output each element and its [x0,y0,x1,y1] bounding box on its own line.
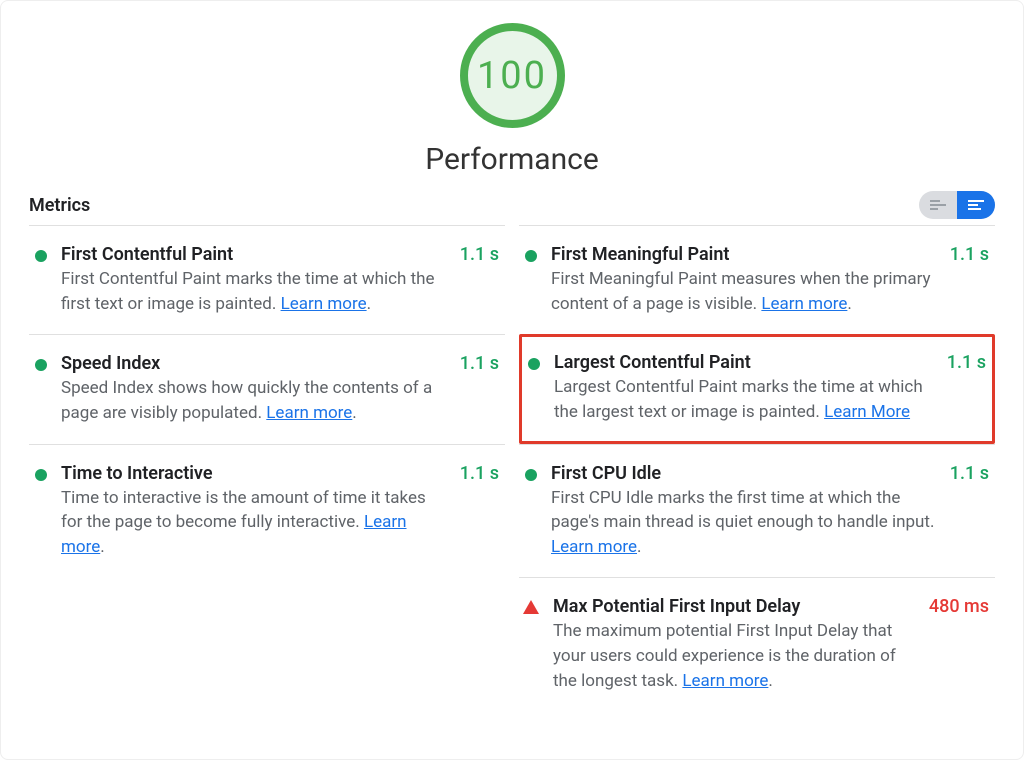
metric-value: 1.1 s [950,244,989,265]
metric-title: Max Potential First Input Delay [553,596,919,617]
metric-fmp: First Meaningful Paint First Meaningful … [519,225,995,334]
metric-description: The maximum potential First Input Delay … [553,619,919,693]
section-title: Performance [425,142,599,177]
status-dot-icon [35,359,47,371]
score-header: 100 Performance [29,23,995,177]
metric-value: 1.1 s [950,463,989,484]
learn-more-link[interactable]: Learn more [551,537,637,557]
metric-fci: First CPU Idle First CPU Idle marks the … [519,444,995,578]
metric-title: Speed Index [61,353,450,374]
learn-more-link[interactable]: Learn more [682,671,768,691]
view-toggle[interactable] [919,191,995,219]
metric-title: First Contentful Paint [61,244,450,265]
status-dot-icon [525,469,537,481]
learn-more-link[interactable]: Learn more [281,294,367,314]
learn-more-link[interactable]: Learn more [266,403,352,423]
metric-value: 1.1 s [460,244,499,265]
metric-title: First Meaningful Paint [551,244,940,265]
metric-description: Time to interactive is the amount of tim… [61,486,450,560]
score-value: 100 [477,54,547,98]
metric-title: First CPU Idle [551,463,940,484]
view-expanded-icon[interactable] [957,191,995,219]
metric-fcp: First Contentful Paint First Contentful … [29,225,505,334]
status-dot-icon [35,250,47,262]
performance-panel: 100 Performance Metrics First Contentful… [0,0,1024,760]
metrics-header: Metrics [29,191,995,219]
metrics-label: Metrics [29,195,90,216]
metric-lcp: Largest Contentful Paint Largest Content… [519,334,995,443]
metric-value: 480 ms [929,596,989,617]
metric-title: Time to Interactive [61,463,450,484]
status-dot-icon [528,358,540,370]
metric-title: Largest Contentful Paint [554,352,937,373]
learn-more-link[interactable]: Learn More [824,402,910,422]
metric-value: 1.1 s [947,352,986,373]
status-dot-icon [35,469,47,481]
metric-tti: Time to Interactive Time to interactive … [29,444,505,578]
view-compact-icon[interactable] [919,191,957,219]
metric-si: Speed Index Speed Index shows how quickl… [29,334,505,443]
learn-more-link[interactable]: Learn more [761,294,847,314]
empty-cell [29,577,505,711]
score-gauge: 100 [460,23,565,128]
status-triangle-icon [523,600,539,614]
metric-description: First Meaningful Paint measures when the… [551,267,940,316]
metric-description: Speed Index shows how quickly the conten… [61,376,450,425]
metric-description: First CPU Idle marks the first time at w… [551,486,940,560]
metric-value: 1.1 s [460,353,499,374]
metric-value: 1.1 s [460,463,499,484]
metric-description: Largest Contentful Paint marks the time … [554,375,937,424]
metric-mpfid: Max Potential First Input Delay The maxi… [519,577,995,711]
metric-description: First Contentful Paint marks the time at… [61,267,450,316]
status-dot-icon [525,250,537,262]
metrics-grid: First Contentful Paint First Contentful … [29,225,995,711]
